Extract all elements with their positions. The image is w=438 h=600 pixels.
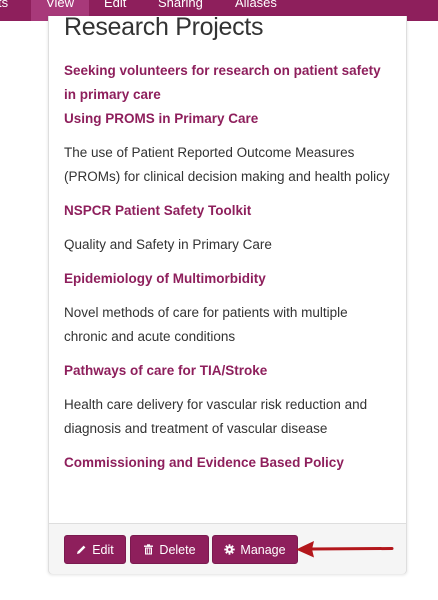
- project-item: NSPCR Patient Safety Toolkit Quality and…: [64, 199, 394, 267]
- nav-item-partial[interactable]: ts: [0, 0, 12, 21]
- edit-button-label: Edit: [92, 542, 114, 557]
- delete-button-label: Delete: [159, 542, 196, 557]
- gear-icon: [224, 544, 236, 555]
- project-link[interactable]: Seeking volunteers for research on patie…: [64, 59, 394, 107]
- project-item: Epidemiology of Multimorbidity Novel met…: [64, 267, 394, 359]
- project-link[interactable]: Epidemiology of Multimorbidity: [64, 267, 394, 291]
- project-list: Seeking volunteers for research on patie…: [64, 59, 394, 475]
- project-description: Novel methods of care for patients with …: [64, 305, 348, 344]
- project-item: Pathways of care for TIA/Stroke Health c…: [64, 359, 394, 451]
- edit-button[interactable]: Edit: [64, 535, 126, 564]
- annotation-arrow-icon: [296, 541, 394, 558]
- manage-button-label: Manage: [240, 542, 286, 557]
- project-item: Using PROMS in Primary Care The use of P…: [64, 107, 394, 199]
- trash-icon: [143, 544, 154, 555]
- delete-button[interactable]: Delete: [130, 535, 209, 564]
- project-link[interactable]: Using PROMS in Primary Care: [64, 107, 394, 131]
- project-item: Seeking volunteers for research on patie…: [64, 59, 394, 107]
- project-description: The use of Patient Reported Outcome Meas…: [64, 145, 390, 184]
- card-title: Research Projects: [64, 13, 264, 41]
- project-description: Quality and Safety in Primary Care: [64, 237, 272, 252]
- project-link[interactable]: NSPCR Patient Safety Toolkit: [64, 199, 394, 223]
- research-projects-card: Research Projects Seeking volunteers for…: [48, 13, 407, 574]
- project-link[interactable]: Pathways of care for TIA/Stroke: [64, 359, 394, 383]
- project-link[interactable]: Commissioning and Evidence Based Policy: [64, 451, 394, 475]
- project-item: Commissioning and Evidence Based Policy: [64, 451, 394, 475]
- manage-button[interactable]: Manage: [212, 535, 298, 564]
- project-description: Health care delivery for vascular risk r…: [64, 397, 368, 436]
- pencil-icon: [76, 544, 87, 555]
